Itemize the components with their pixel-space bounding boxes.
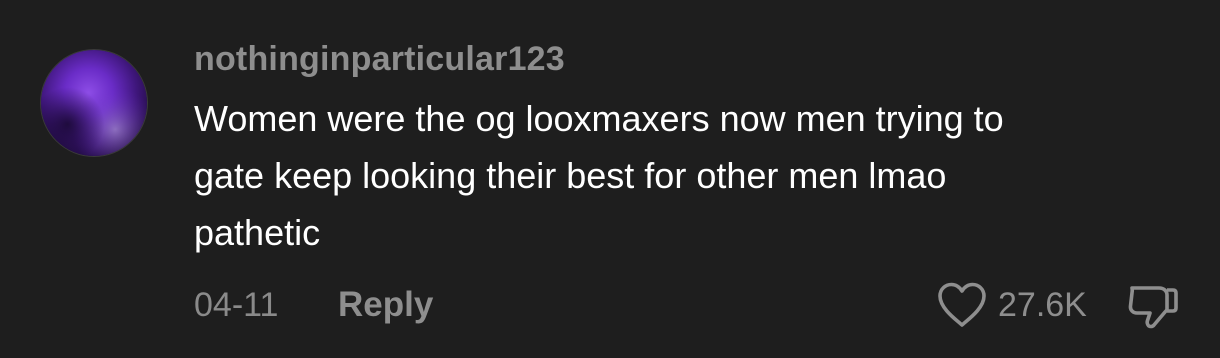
comment-text-line: gate keep looking their best for other m… — [194, 155, 947, 196]
avatar[interactable] — [40, 49, 148, 157]
thumbs-down-outline-icon[interactable] — [1126, 281, 1180, 331]
comment-username[interactable]: nothinginparticular123 — [194, 38, 565, 80]
avatar-image — [41, 50, 147, 156]
like-count: 27.6K — [998, 286, 1087, 324]
comment-date: 04-11 — [194, 286, 279, 324]
comment-item: nothinginparticular123 Women were the og… — [0, 0, 1220, 358]
comment-text-line: Women were the og looxmaxers now men try… — [194, 98, 1004, 139]
comment-text-line: pathetic — [194, 212, 321, 253]
reply-button[interactable]: Reply — [338, 283, 433, 327]
comment-text: Women were the og looxmaxers now men try… — [194, 90, 1184, 261]
heart-outline-icon[interactable] — [936, 281, 988, 329]
